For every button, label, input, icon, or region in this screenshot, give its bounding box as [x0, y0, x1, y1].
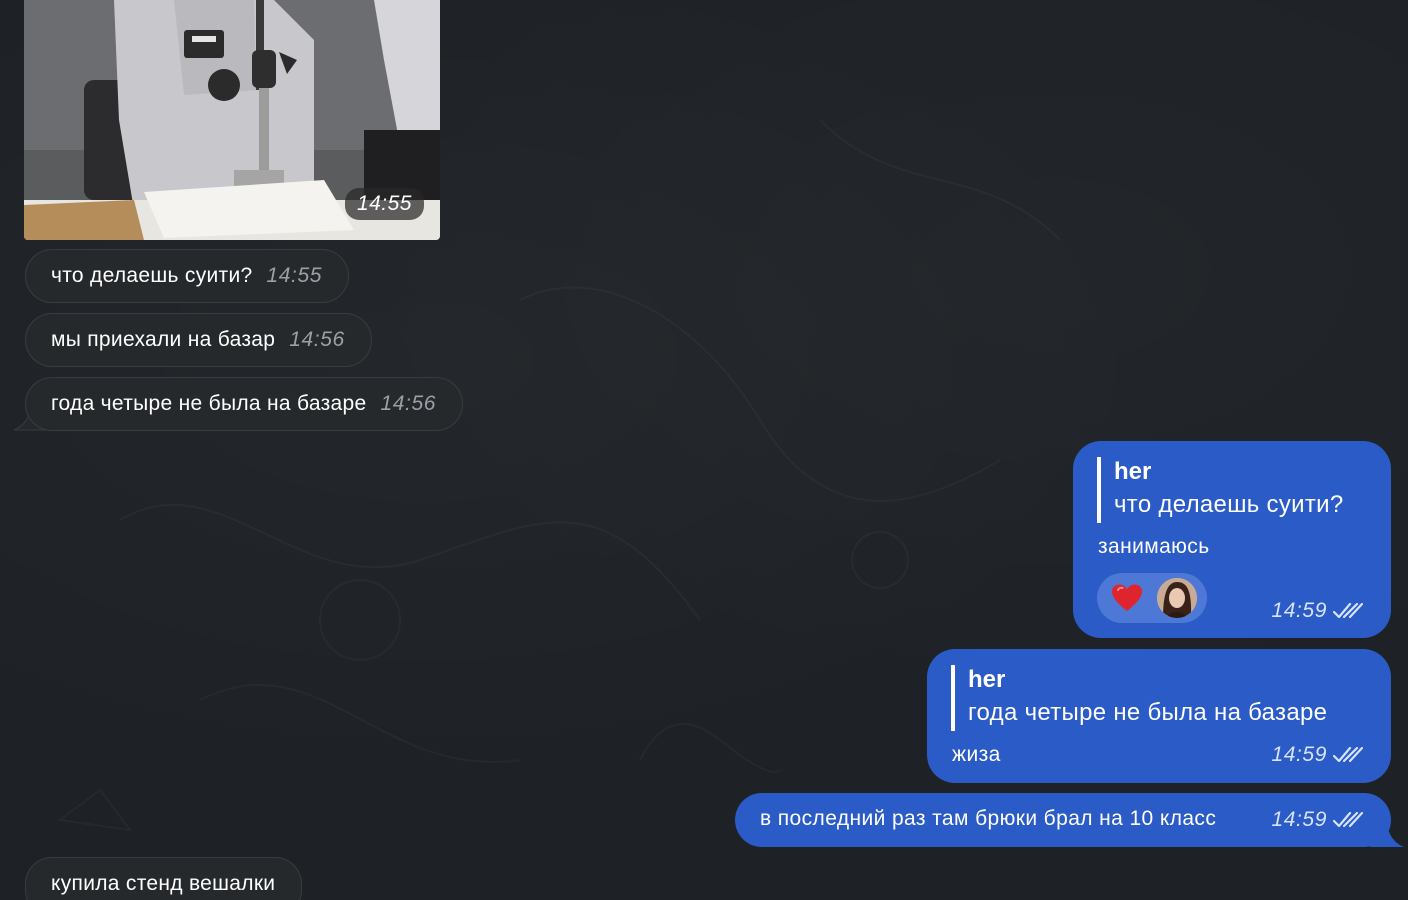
incoming-message[interactable]: что делаешь суити? 14:55 [25, 249, 350, 303]
message-meta: 14:59 [1271, 743, 1363, 767]
reply-quote: года четыре не была на базаре [968, 699, 1328, 726]
reply-quote: что делаешь суити? [1114, 491, 1344, 518]
message-text: мы приехали на базар [51, 328, 276, 351]
message-text: в последний раз там брюки брал на 10 кла… [760, 807, 1217, 830]
avatar-image [1157, 578, 1197, 618]
chat-view[interactable]: 14:55 что делаешь суити? 14:55 мы приеха… [0, 0, 1408, 900]
reply-author: her [1114, 458, 1152, 485]
message-text: жиза [952, 743, 1001, 766]
double-check-icon [1333, 811, 1363, 828]
double-check-icon [1333, 746, 1363, 763]
incoming-message[interactable]: купила стенд вешалки [25, 857, 303, 900]
message-timestamp: 14:59 [1271, 599, 1327, 622]
reply-author: her [968, 666, 1006, 693]
message-text: купила стенд вешалки [51, 872, 276, 895]
message-text: что делаешь суити? [51, 264, 253, 287]
message-text: занимаюсь [1098, 535, 1210, 558]
double-check-icon [1333, 602, 1363, 619]
incoming-message[interactable]: мы приехали на базар 14:56 [25, 313, 372, 367]
message-timestamp: 14:56 [380, 392, 437, 415]
photo-message[interactable]: 14:55 [24, 0, 440, 240]
message-meta: 14:59 [1271, 599, 1363, 623]
outgoing-message[interactable]: her что делаешь суити? занимаюсь 14:59 [1073, 441, 1391, 638]
outgoing-message[interactable]: her года четыре не была на базаре жиза 1… [927, 649, 1391, 783]
message-timestamp: 14:59 [1271, 808, 1327, 831]
message-timestamp: 14:56 [289, 328, 345, 351]
message-timestamp: 14:55 [266, 264, 323, 287]
incoming-message[interactable]: года четыре не была на базаре 14:56 [25, 377, 464, 431]
outgoing-message[interactable]: в последний раз там брюки брал на 10 кла… [735, 793, 1391, 847]
message-timestamp: 14:59 [1271, 743, 1327, 766]
message-meta: 14:59 [1271, 808, 1363, 832]
reactions-pill[interactable] [1097, 573, 1207, 623]
message-text: года четыре не была на базаре [51, 392, 367, 415]
reply-preview[interactable]: her что делаешь суити? [1097, 457, 1343, 523]
avatar[interactable] [1157, 578, 1197, 618]
reply-preview[interactable]: her года четыре не была на базаре [951, 665, 1327, 731]
heart-icon [1112, 584, 1142, 611]
photo-timestamp: 14:55 [344, 188, 424, 220]
